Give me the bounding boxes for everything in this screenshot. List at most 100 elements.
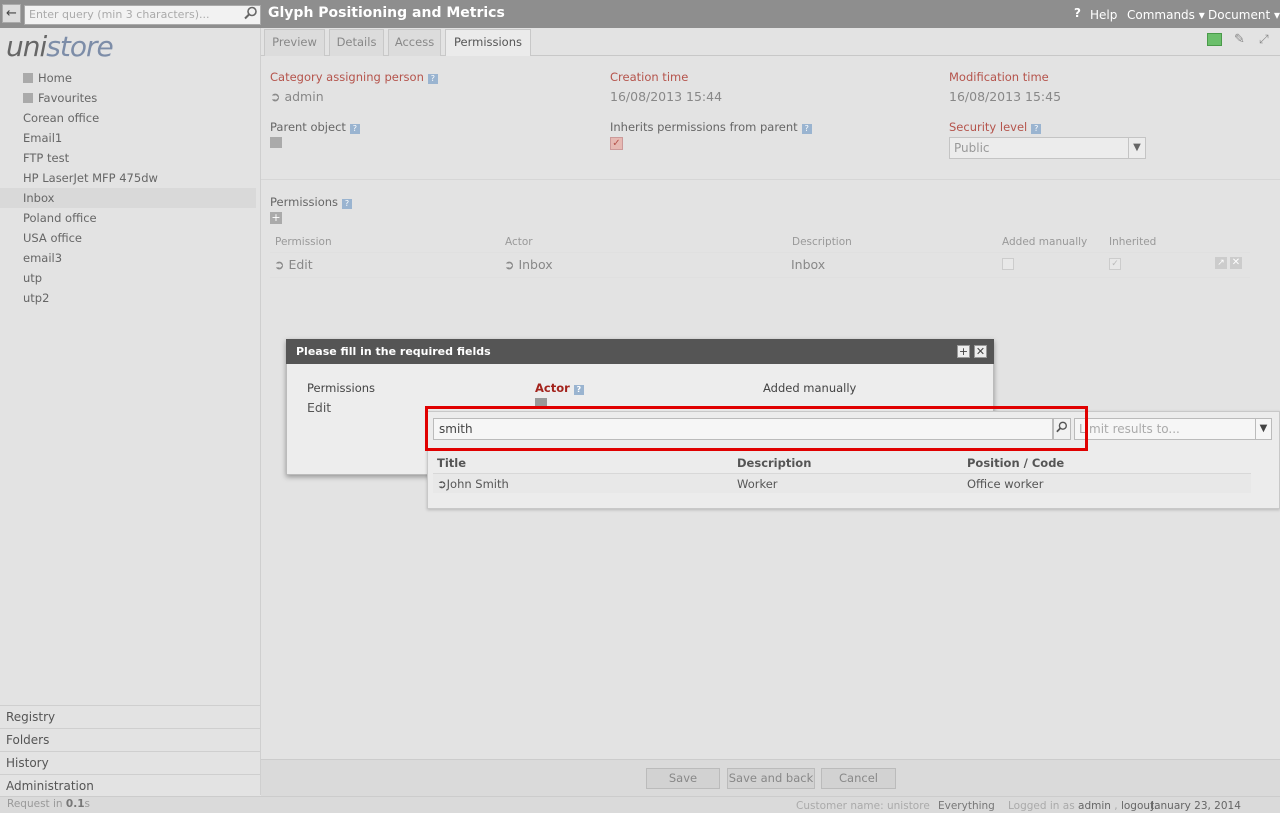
sidebar-item-utp[interactable]: utp	[23, 268, 256, 288]
help-icon[interactable]: ?	[573, 385, 584, 395]
permission-cell[interactable]: ➲ Edit	[274, 257, 313, 272]
request-time: Request in 0.1s	[7, 798, 90, 810]
edit-icon[interactable]: ✎	[1234, 32, 1245, 47]
search-object-icon[interactable]	[270, 137, 282, 148]
help-icon[interactable]: ?	[801, 124, 812, 134]
logged-in-info: Logged in as admin , logout.	[1008, 800, 1158, 812]
sidebar-item-utp2[interactable]: utp2	[23, 288, 256, 308]
dialog-actor-label: Actor?	[535, 381, 584, 395]
result-position: Office worker	[967, 477, 1044, 491]
dialog-added-manually-label: Added manually	[763, 381, 857, 395]
sidebar-item-poland-office[interactable]: Poland office	[23, 208, 256, 228]
arrow-left-icon: ←	[6, 6, 17, 21]
sidebar-administration[interactable]: Administration	[0, 774, 260, 797]
column-header: Added manually	[1002, 236, 1088, 248]
modification-time-value: 16/08/2013 15:45	[949, 89, 1062, 104]
security-level-select[interactable]: Public	[949, 137, 1146, 159]
inherited-checkbox[interactable]: ✓	[1109, 258, 1121, 270]
save-and-back-button[interactable]: Save and back	[727, 768, 815, 789]
document-menu[interactable]: Document ▾	[1208, 8, 1280, 22]
commands-menu[interactable]: Commands ▾	[1127, 8, 1205, 22]
help-link[interactable]: Help	[1090, 8, 1117, 22]
table-view-icon[interactable]	[1207, 33, 1222, 46]
result-column-header: Position / Code	[967, 456, 1065, 470]
open-icon[interactable]: ↗	[1215, 257, 1227, 269]
security-level-label: Security level?	[949, 120, 1042, 134]
sidebar-item-hp-laserjet[interactable]: HP LaserJet MFP 475dw	[23, 168, 256, 188]
search-actor-icon[interactable]	[535, 398, 547, 406]
scope-link[interactable]: Everything	[938, 800, 995, 812]
result-column-header: Title	[437, 456, 467, 470]
result-row[interactable]	[433, 474, 1251, 493]
added-manually-checkbox[interactable]	[1002, 258, 1014, 270]
chevron-down-icon[interactable]: ▼	[1128, 138, 1145, 158]
chevron-down-icon[interactable]: ▼	[1255, 419, 1271, 439]
inherits-checkbox[interactable]: ✓	[610, 137, 623, 150]
link-icon: ➲	[270, 89, 285, 104]
tab-details[interactable]: Details	[329, 29, 384, 56]
search-icon[interactable]	[243, 6, 259, 22]
cancel-button[interactable]: Cancel	[821, 768, 896, 789]
column-header: Inherited	[1109, 236, 1157, 248]
category-person-label: Category assigning person?	[270, 70, 438, 84]
expand-icon[interactable]: ⤢	[1259, 32, 1269, 47]
help-icon[interactable]: ?	[349, 124, 360, 134]
divider	[270, 277, 1250, 278]
creation-time-label: Creation time	[610, 70, 689, 84]
sidebar-item-inbox[interactable]: Inbox	[0, 188, 256, 208]
sidebar-item-home[interactable]: Home	[23, 68, 256, 88]
column-header: Permission	[275, 236, 332, 248]
limit-results-select[interactable]: Limit results to...	[1074, 418, 1272, 440]
global-search-input[interactable]: Enter query (min 3 characters)...	[24, 5, 261, 25]
column-header: Actor	[505, 236, 533, 248]
help-icon[interactable]: ?	[1074, 6, 1081, 20]
category-person-value[interactable]: ➲ admin	[270, 89, 324, 104]
sidebar-item-email1[interactable]: Email1	[23, 128, 256, 148]
close-icon[interactable]: ✕	[974, 345, 987, 358]
sidebar-item-ftp-test[interactable]: FTP test	[23, 148, 256, 168]
divider	[261, 179, 1280, 180]
customer-name: Customer name: unistore	[796, 800, 930, 812]
creation-time-value: 16/08/2013 15:44	[610, 89, 723, 104]
delete-icon[interactable]: ✕	[1230, 257, 1242, 269]
highlight-box	[425, 406, 1088, 451]
dialog-title: Please fill in the required fields	[286, 339, 994, 364]
help-icon[interactable]: ?	[342, 199, 353, 209]
help-icon[interactable]: ?	[1031, 124, 1042, 134]
tab-access[interactable]: Access	[388, 29, 441, 56]
tab-permissions[interactable]: Permissions	[445, 29, 531, 56]
sidebar-registry[interactable]: Registry	[0, 705, 260, 728]
plus-icon[interactable]: +	[957, 345, 970, 358]
sidebar-history[interactable]: History	[0, 751, 260, 774]
divider	[270, 252, 1250, 253]
save-button[interactable]: Save	[646, 768, 720, 789]
link-icon: ➲	[274, 257, 289, 272]
permissions-section-title: Permissions?	[270, 195, 353, 209]
inherits-permissions-label: Inherits permissions from parent?	[610, 120, 812, 134]
home-icon	[23, 73, 33, 83]
star-icon	[23, 93, 33, 103]
tab-preview[interactable]: Preview	[264, 29, 325, 56]
user-link[interactable]: admin	[1078, 800, 1111, 812]
result-description: Worker	[737, 477, 778, 491]
description-cell: Inbox	[791, 257, 826, 272]
sidebar-item-email3[interactable]: email3	[23, 248, 256, 268]
parent-object-label: Parent object?	[270, 120, 360, 134]
link-icon: ➲	[437, 477, 447, 491]
sidebar-item-corean-office[interactable]: Corean office	[23, 108, 256, 128]
page-title: Glyph Positioning and Metrics	[268, 5, 505, 21]
sidebar-folders[interactable]: Folders	[0, 728, 260, 751]
datetime: January 23, 2014 15:33:28	[1151, 800, 1241, 813]
column-header: Description	[792, 236, 852, 248]
help-icon[interactable]: ?	[427, 74, 438, 84]
dialog-permissions-value: Edit	[307, 400, 332, 415]
sidebar-item-usa-office[interactable]: USA office	[23, 228, 256, 248]
logo: unistore	[6, 30, 114, 63]
actor-cell[interactable]: ➲ Inbox	[504, 257, 553, 272]
add-permission-button[interactable]: +	[270, 212, 282, 224]
result-title[interactable]: ➲John Smith	[437, 477, 509, 491]
sidebar-item-favourites[interactable]: Favourites	[23, 88, 256, 108]
modification-time-label: Modification time	[949, 70, 1049, 84]
result-column-header: Description	[737, 456, 812, 470]
back-button[interactable]: ←	[2, 4, 21, 23]
